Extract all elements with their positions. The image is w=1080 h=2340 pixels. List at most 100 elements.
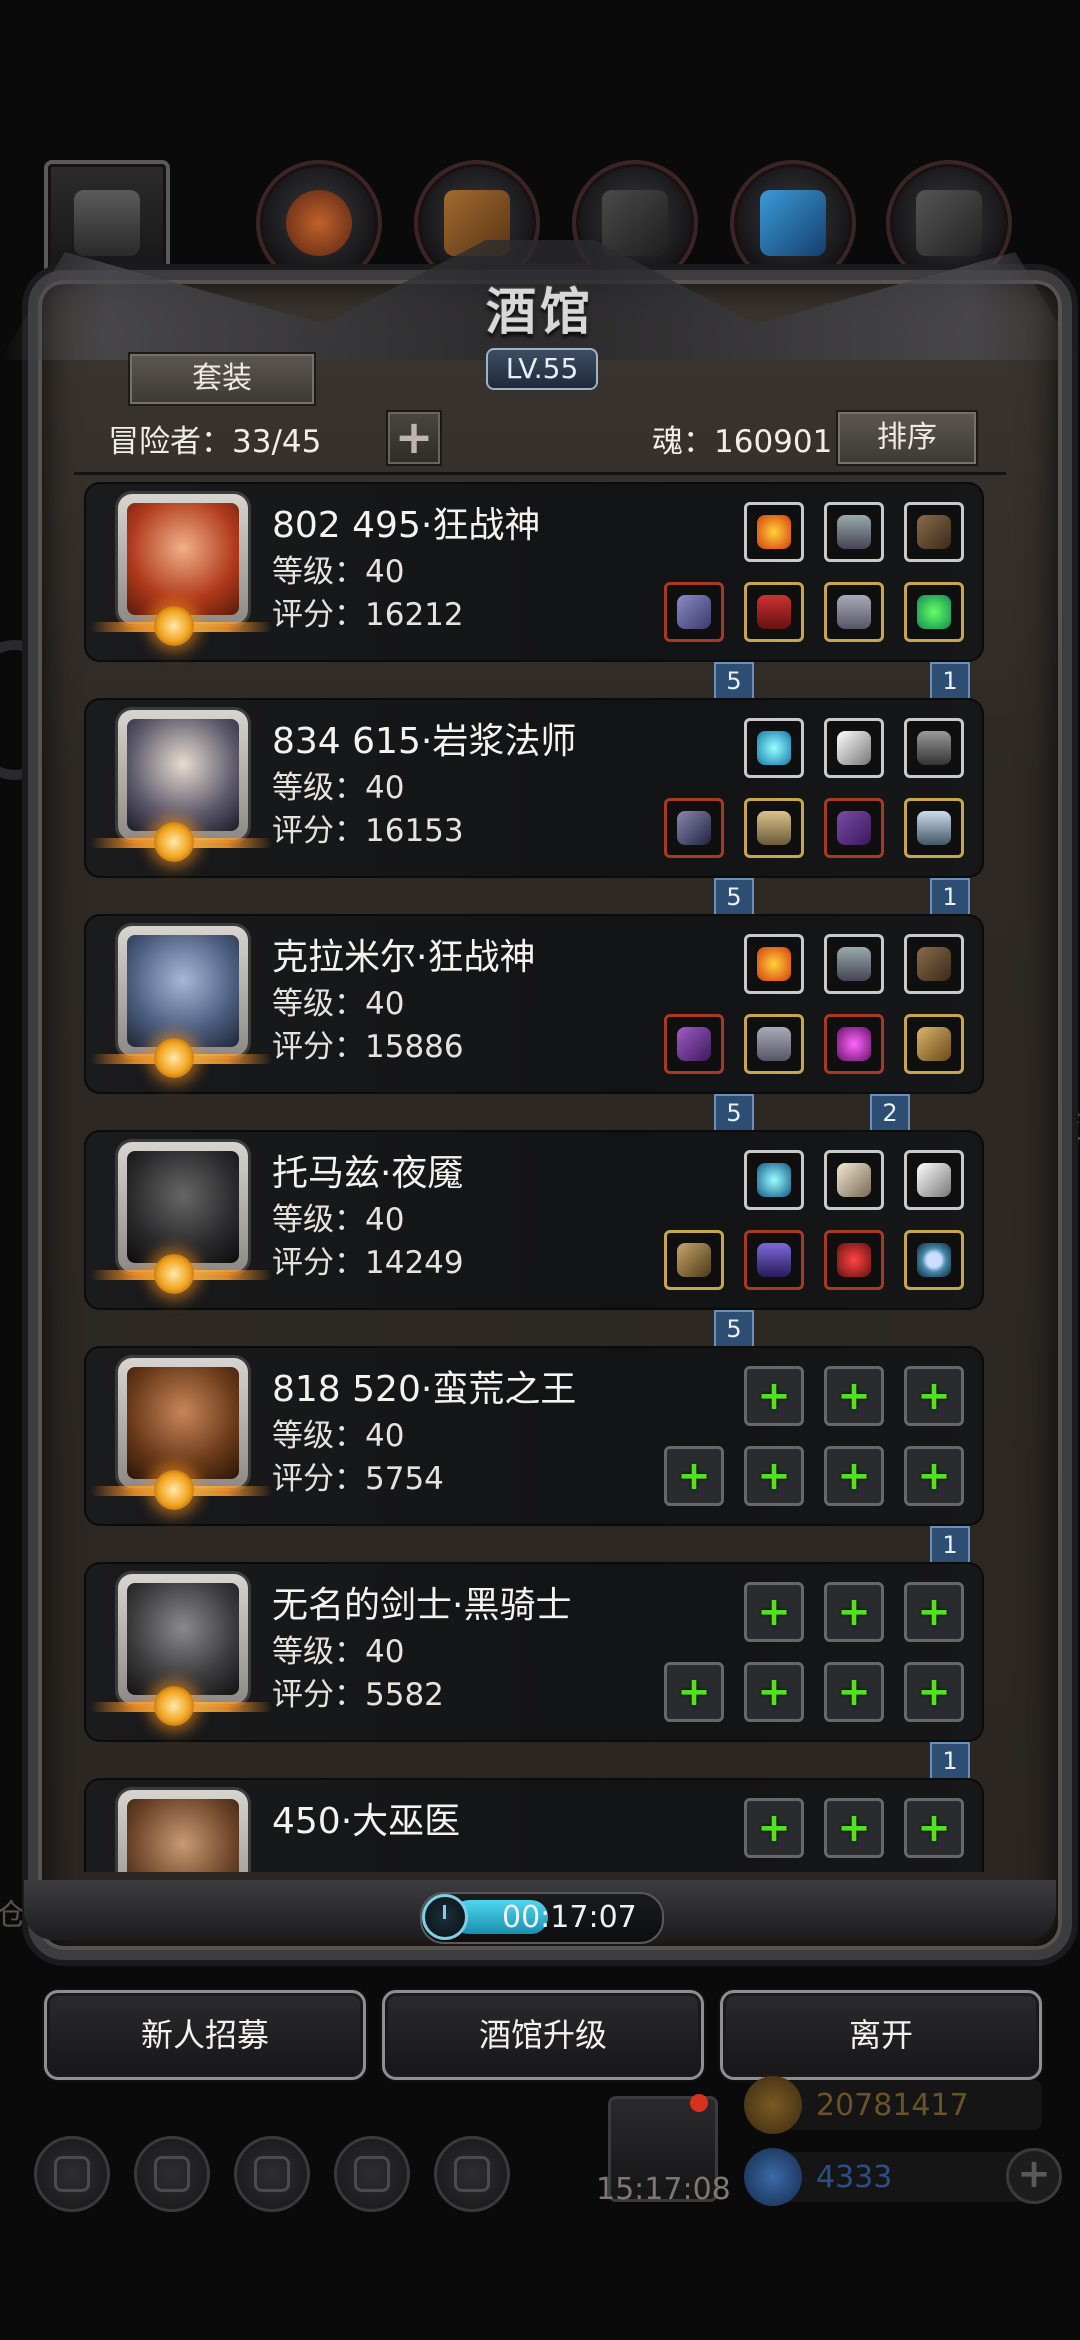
hero-level: 等级：40 [272,1634,405,1670]
empty-equipment-slot[interactable]: + [904,1446,964,1506]
equipment-slot[interactable] [824,1230,884,1290]
equipment-slot[interactable] [824,798,884,858]
horn-skill-icon [837,1163,871,1197]
hero-level: 等级：40 [272,986,405,1022]
empty-skill-slot[interactable]: + [744,1798,804,1858]
rank-emblem-icon [154,1254,194,1294]
recruit-button[interactable]: 新人招募 [44,1990,366,2080]
hero-card[interactable]: 托马兹·夜魇 等级：40 评分：14249 [84,1130,984,1310]
hero-icon[interactable] [134,2136,210,2212]
hero-level: 等级：40 [272,770,405,806]
hero-list[interactable]: 802 495·狂战神 等级：40 评分：16212 5 1 834 615·岩… [84,482,990,1872]
ring-icon [917,1243,951,1277]
skill-slot[interactable] [744,502,804,562]
empty-equipment-slot[interactable]: + [664,1446,724,1506]
hero-card[interactable]: 834 615·岩浆法师 等级：40 评分：16153 [84,698,984,878]
equipment-slot[interactable] [904,582,964,642]
castle-icon[interactable] [234,2136,310,2212]
equipment-slot[interactable] [744,1014,804,1074]
equipment-slot[interactable] [744,582,804,642]
background-text-left: 仓 [0,1898,26,1933]
plus-icon: + [837,1589,871,1635]
skill-slot[interactable] [824,1150,884,1210]
empty-skill-slot[interactable]: + [824,1798,884,1858]
hero-score: 评分：5754 [272,1461,444,1497]
gem-icon [744,2148,802,2206]
skill-slot[interactable] [744,718,804,778]
empty-equipment-slot[interactable]: + [824,1446,884,1506]
equipment-slot[interactable] [904,1014,964,1074]
rank-emblem-icon [154,822,194,862]
equipment-slot[interactable] [664,1014,724,1074]
hero-card[interactable]: 克拉米尔·狂战神 等级：40 评分：15886 [84,914,984,1094]
hero-level: 等级：40 [272,554,405,590]
skill-slot[interactable] [904,934,964,994]
empty-skill-slot[interactable]: + [904,1798,964,1858]
skill-slot[interactable] [744,934,804,994]
skill-slot[interactable] [824,718,884,778]
fire-skill-icon [757,947,791,981]
axe-icon [677,1027,711,1061]
axe-skill-icon [917,515,951,549]
empty-skill-slot[interactable]: + [824,1366,884,1426]
skill-slot[interactable] [824,934,884,994]
hero-score: 评分：14249 [272,1245,464,1281]
equipment-slot[interactable] [904,1230,964,1290]
add-slot-button[interactable]: + [386,410,442,466]
hero-score: 评分：5582 [272,1677,444,1713]
upgrade-tavern-button[interactable]: 酒馆升级 [382,1990,704,2080]
tab-hammer[interactable] [256,160,382,286]
sort-button[interactable]: 排序 [836,410,978,466]
hero-card[interactable]: 802 495·狂战神 等级：40 评分：16212 [84,482,984,662]
equipment-slot[interactable] [824,582,884,642]
empty-equipment-slot[interactable]: + [744,1662,804,1722]
hero-card[interactable]: 818 520·蛮荒之王 等级：40 评分：5754 + + + + + + + [84,1346,984,1526]
tab-crystal[interactable] [730,160,856,286]
timer-text: 00:17:07 [502,1900,637,1935]
mail-icon[interactable] [334,2136,410,2212]
empty-skill-slot[interactable]: + [904,1366,964,1426]
empty-skill-slot[interactable]: + [744,1582,804,1642]
empty-skill-slot[interactable]: + [904,1582,964,1642]
level-badge: LV.55 [486,348,598,390]
equipment-slot[interactable] [904,798,964,858]
hero-card[interactable]: 无名的剑士·黑骑士 等级：40 评分：5582 + + + + + + + [84,1562,984,1742]
empty-skill-slot[interactable]: + [824,1582,884,1642]
equipment-slot[interactable] [744,1230,804,1290]
skill-slot[interactable] [904,718,964,778]
equipment-slot[interactable] [824,1014,884,1074]
claw-skill-icon [837,947,871,981]
plus-icon: + [917,1589,951,1635]
equipment-slot[interactable] [744,798,804,858]
add-currency-button[interactable]: + [1006,2148,1062,2204]
settings-icon[interactable] [34,2136,110,2212]
map-icon[interactable] [434,2136,510,2212]
leave-button[interactable]: 离开 [720,1990,1042,2080]
hero-portrait [118,1790,248,1872]
skill-slot[interactable] [904,1150,964,1210]
empty-equipment-slot[interactable]: + [744,1446,804,1506]
plus-icon: + [837,1669,871,1715]
hero-portrait [118,1574,248,1704]
equipment-slot[interactable] [664,1230,724,1290]
hero-card[interactable]: 450·大巫医 + + + [84,1778,984,1872]
plus-icon: + [677,1669,711,1715]
skill-slot[interactable] [744,1150,804,1210]
equipment-slot[interactable] [664,582,724,642]
set-button[interactable]: 套装 [128,352,316,406]
staff-icon [677,811,711,845]
skill-slot[interactable] [904,502,964,562]
empty-equipment-slot[interactable]: + [824,1662,884,1722]
equipment-slot[interactable] [664,798,724,858]
skill-slot[interactable] [824,502,884,562]
hero-name: 818 520·蛮荒之王 [272,1369,577,1410]
page-title: 酒馆 [486,282,594,341]
hero-portrait [118,1358,248,1488]
empty-equipment-slot[interactable]: + [904,1662,964,1722]
empty-equipment-slot[interactable]: + [664,1662,724,1722]
hero-portrait [118,710,248,840]
hero-name: 802 495·狂战神 [272,505,541,546]
hero-score: 评分：15886 [272,1029,464,1065]
helmet-icon [757,1243,791,1277]
empty-skill-slot[interactable]: + [744,1366,804,1426]
